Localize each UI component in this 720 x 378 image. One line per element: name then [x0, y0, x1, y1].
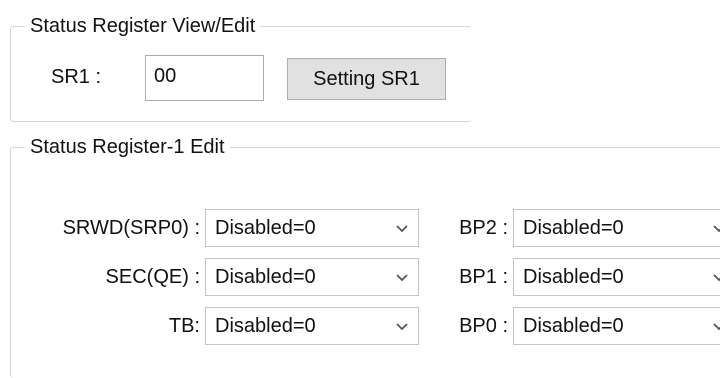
tb-label: TB:: [168, 315, 200, 337]
bp0-select-value: Disabled=0: [523, 315, 624, 337]
sec-qe-select-value: Disabled=0: [215, 266, 316, 288]
bp2-select[interactable]: Disabled=0: [513, 209, 720, 247]
sr1-label: SR1 :: [51, 66, 102, 88]
bp2-select-value: Disabled=0: [523, 217, 624, 239]
bp1-select[interactable]: Disabled=0: [513, 258, 720, 296]
tb-select[interactable]: Disabled=0: [205, 307, 419, 345]
srwd-label: SRWD(SRP0) :: [62, 217, 200, 239]
sec-qe-label: SEC(QE) :: [105, 266, 200, 288]
chevron-down-icon: [396, 225, 408, 233]
tb-select-value: Disabled=0: [215, 315, 316, 337]
bp0-label: BP0 :: [459, 315, 508, 337]
setting-sr1-button[interactable]: Setting SR1: [287, 58, 446, 100]
chevron-down-icon: [713, 225, 720, 233]
bp0-select[interactable]: Disabled=0: [513, 307, 720, 345]
chevron-down-icon: [396, 274, 408, 282]
srwd-select[interactable]: Disabled=0: [205, 209, 419, 247]
srwd-select-value: Disabled=0: [215, 217, 316, 239]
status-register-view-title: Status Register View/Edit: [25, 14, 261, 38]
status-register-1-edit-title: Status Register-1 Edit: [25, 135, 230, 159]
chevron-down-icon: [713, 323, 720, 331]
bp1-label: BP1 :: [459, 266, 508, 288]
bp1-select-value: Disabled=0: [523, 266, 624, 288]
chevron-down-icon: [713, 274, 720, 282]
bp2-label: BP2 :: [459, 217, 508, 239]
sr1-input[interactable]: 00: [145, 55, 264, 101]
chevron-down-icon: [396, 323, 408, 331]
sec-qe-select[interactable]: Disabled=0: [205, 258, 419, 296]
